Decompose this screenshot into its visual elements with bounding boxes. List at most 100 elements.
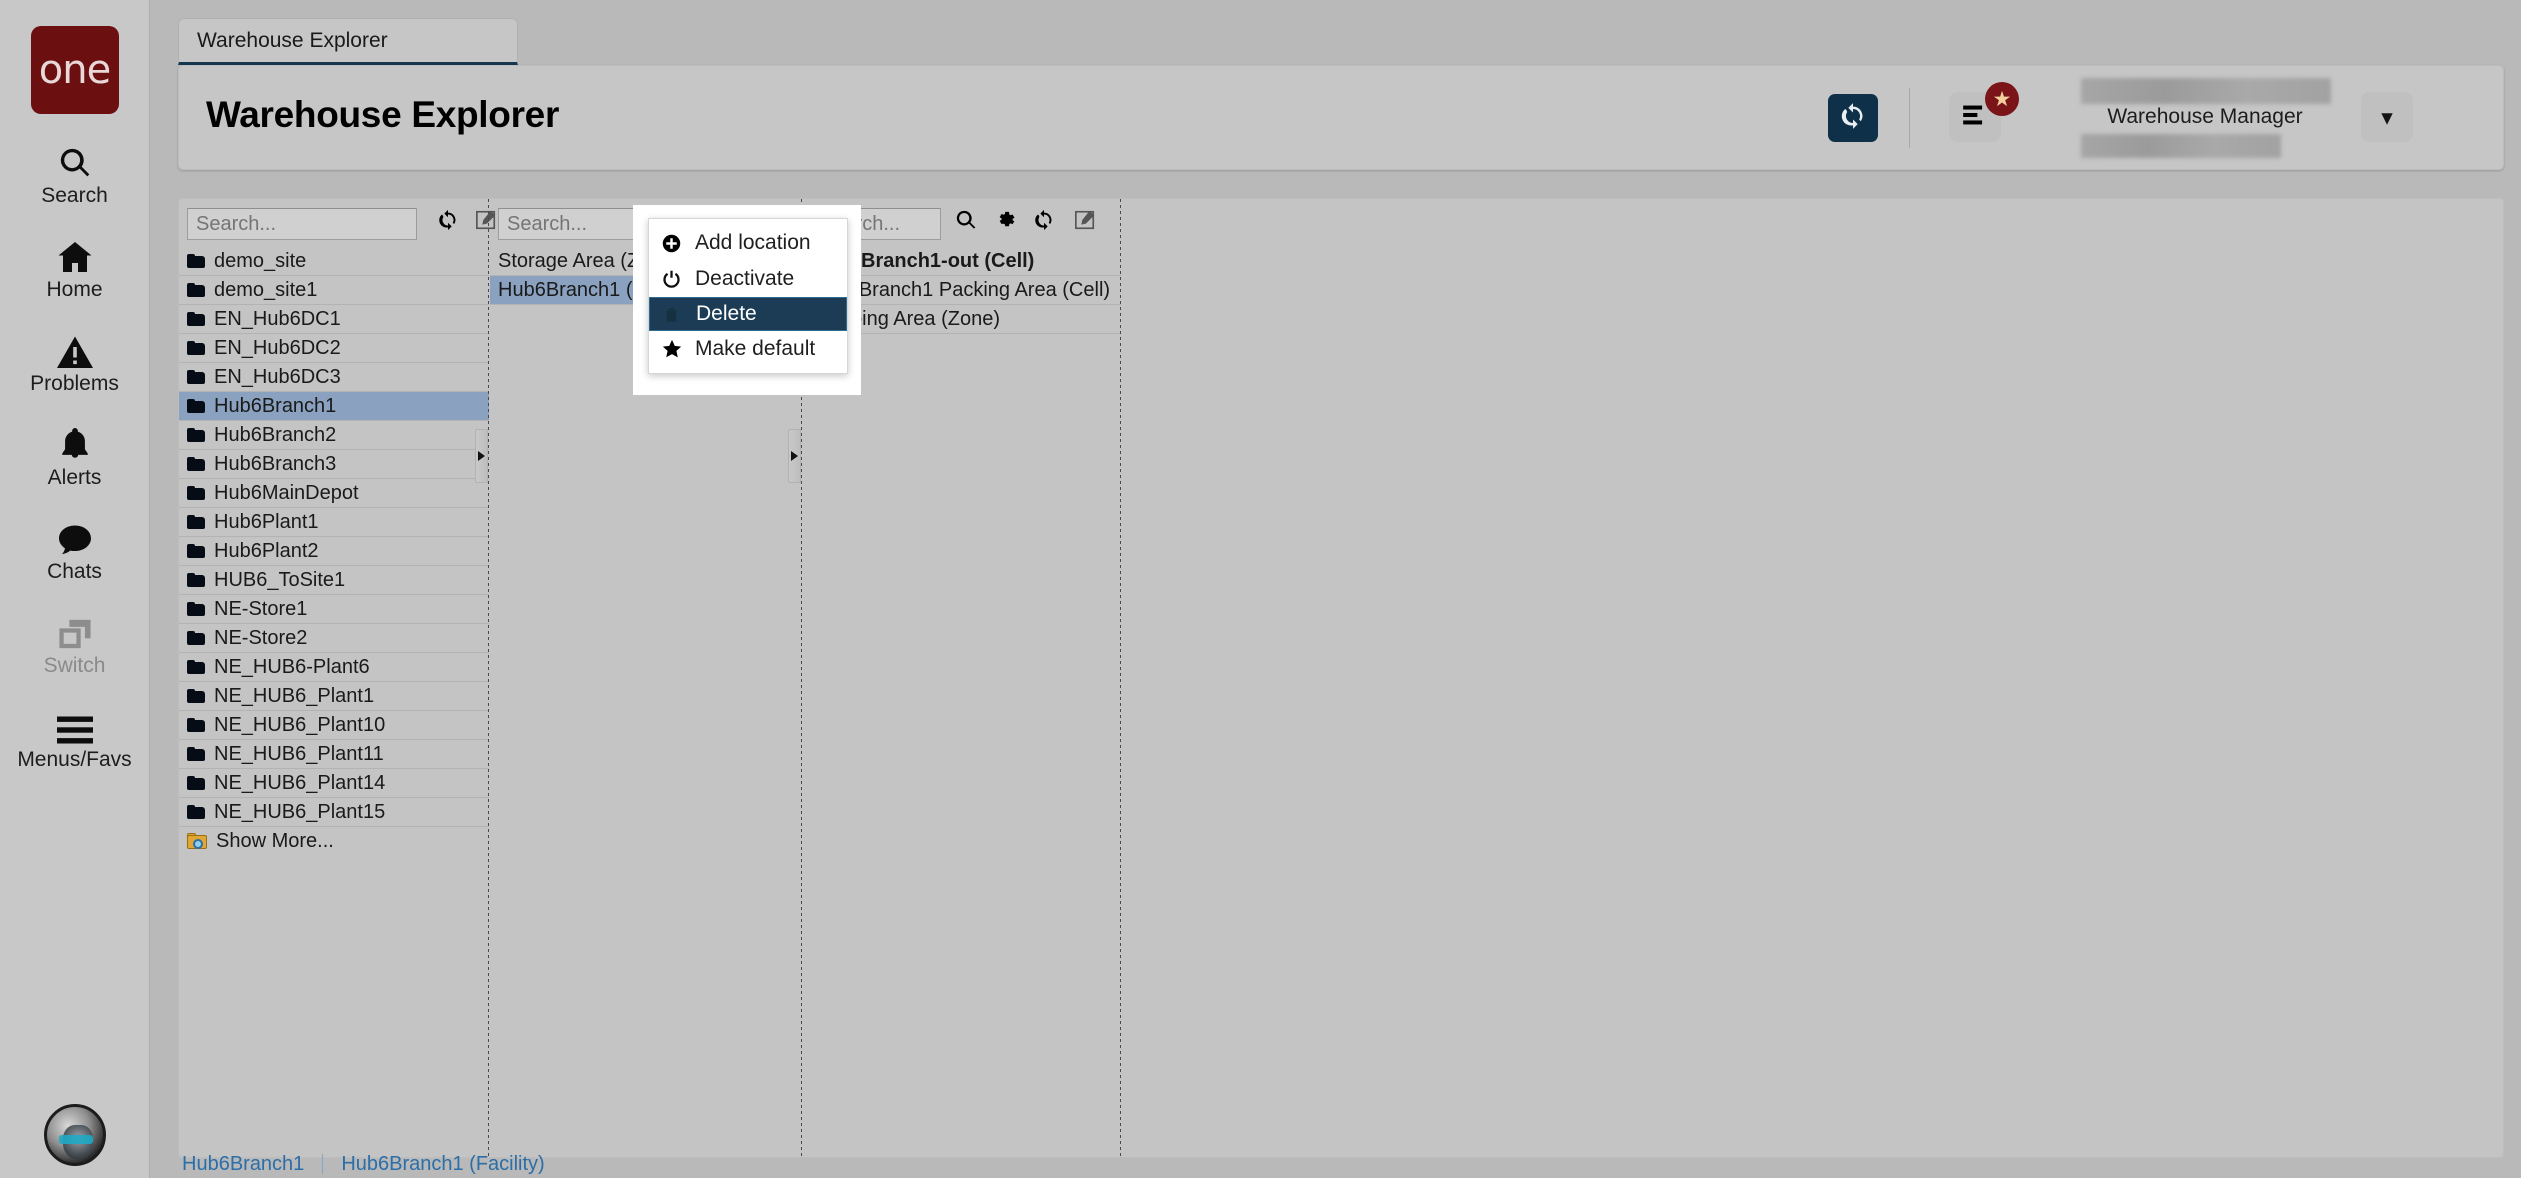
- sidebar-item-home[interactable]: Home: [0, 234, 150, 302]
- context-menu-item-add-location[interactable]: Add location: [649, 225, 847, 261]
- folder-icon: [187, 370, 205, 384]
- table-row[interactable]: NE_HUB6-Plant6: [179, 653, 489, 682]
- row-label: Hub6Plant2: [214, 539, 319, 562]
- sites-row-list[interactable]: demo_site demo_site1 EN_Hub6DC1 EN_Hub6DC2 E…: [179, 247, 489, 1157]
- context-menu-item-label: Make default: [695, 337, 816, 360]
- row-label: demo_site1: [214, 278, 318, 301]
- trash-icon: [662, 305, 692, 324]
- sidebar-item-chats[interactable]: Chats: [0, 516, 150, 584]
- row-label: NE-Store1: [214, 597, 308, 620]
- row-label: Hub6Branch2: [214, 423, 337, 446]
- breadcrumb-item-site[interactable]: Hub6Branch1: [178, 1153, 322, 1176]
- context-menu-item-delete[interactable]: Delete: [649, 297, 847, 331]
- context-menu[interactable]: Add location Deactivate Delete Make defa…: [648, 218, 848, 374]
- detail-panel: [1122, 199, 2503, 1157]
- table-row[interactable]: Hub6Plant2: [179, 537, 489, 566]
- facilities-panel-collapse-handle[interactable]: [788, 429, 801, 483]
- row-label: demo_site: [214, 249, 307, 272]
- breadcrumb: Hub6Branch1 Hub6Branch1 (Facility): [178, 1150, 2504, 1178]
- table-row[interactable]: NE_HUB6_Plant11: [179, 740, 489, 769]
- table-row[interactable]: EN_Hub6DC3: [179, 363, 489, 392]
- tab-label: Warehouse Explorer: [197, 29, 388, 52]
- show-more-label: Show More...: [216, 830, 334, 852]
- table-row[interactable]: EN_Hub6DC2: [179, 334, 489, 363]
- table-row[interactable]: Hub6MainDepot: [179, 479, 489, 508]
- table-row[interactable]: Hub6Branch3: [179, 450, 489, 479]
- table-row[interactable]: NE-Store2: [179, 624, 489, 653]
- sidebar-item-label: Home: [46, 278, 103, 301]
- table-row[interactable]: Hub6Plant1: [179, 508, 489, 537]
- row-label: NE_HUB6_Plant11: [214, 742, 384, 765]
- folder-icon: [187, 747, 205, 761]
- avatar[interactable]: [43, 1104, 106, 1166]
- sidebar-item-search[interactable]: Search: [0, 140, 150, 208]
- folder-icon: [187, 776, 205, 790]
- header-refresh-button[interactable]: [1828, 94, 1878, 142]
- gear-icon[interactable]: [994, 209, 1017, 237]
- star-icon[interactable]: ★: [1985, 82, 2019, 116]
- folder-icon: [187, 283, 205, 297]
- show-more-button[interactable]: Show More...: [179, 827, 489, 856]
- user-menu-chevron-down-icon[interactable]: ▾: [2361, 92, 2413, 142]
- table-row[interactable]: Hub6Branch2: [179, 421, 489, 450]
- user-role-label: Warehouse Manager: [2107, 105, 2303, 128]
- hamburger-icon: [56, 704, 93, 744]
- sidebar-item-label: Chats: [47, 560, 102, 583]
- row-label: EN_Hub6DC1: [214, 307, 341, 330]
- table-row[interactable]: demo_site: [179, 247, 489, 276]
- table-row[interactable]: NE-Store1: [179, 595, 489, 624]
- table-row[interactable]: HUB6_ToSite1: [179, 566, 489, 595]
- app-logo[interactable]: one: [30, 26, 119, 114]
- folder-icon: [187, 486, 205, 500]
- folder-icon: [187, 805, 205, 819]
- sidebar-item-menus-favs[interactable]: Menus/Favs: [0, 704, 150, 772]
- table-row[interactable]: NE_HUB6_Plant1: [179, 682, 489, 711]
- sidebar-item-problems[interactable]: Problems: [0, 328, 150, 396]
- locations-panel-splitter[interactable]: [1120, 199, 1121, 1157]
- table-row[interactable]: Hub6Branch1: [179, 392, 489, 421]
- sidebar-item-label: Alerts: [47, 466, 102, 489]
- context-menu-item-deactivate[interactable]: Deactivate: [649, 261, 847, 297]
- search-icon[interactable]: [955, 209, 977, 236]
- table-row[interactable]: EN_Hub6DC1: [179, 305, 489, 334]
- avatar-visor: [58, 1135, 93, 1144]
- folder-icon: [187, 312, 205, 326]
- context-menu-item-label: Delete: [696, 302, 757, 325]
- sites-panel-collapse-handle[interactable]: [475, 429, 488, 483]
- folder-icon: [187, 515, 205, 529]
- table-row[interactable]: NE_HUB6_Plant14: [179, 769, 489, 798]
- refresh-icon[interactable]: [437, 209, 459, 236]
- row-label: EN_Hub6DC2: [214, 336, 341, 359]
- sites-panel-splitter[interactable]: [488, 199, 489, 1157]
- folder-icon: [187, 602, 205, 616]
- tab-warehouse-explorer[interactable]: Warehouse Explorer: [178, 18, 518, 65]
- row-label: Hub6Plant1: [214, 510, 319, 533]
- context-menu-item-make-default[interactable]: Make default: [649, 331, 847, 367]
- row-label: Hub6MainDepot: [214, 481, 359, 504]
- user-block[interactable]: Warehouse Manager: [2065, 78, 2345, 158]
- page-header: Warehouse Explorer ★ Warehouse Manager ▾: [178, 65, 2504, 170]
- folder-icon: [187, 428, 205, 442]
- folder-icon: [187, 573, 205, 587]
- search-input[interactable]: [498, 208, 638, 240]
- row-label: NE_HUB6-Plant6: [214, 655, 370, 678]
- table-row[interactable]: demo_site1: [179, 276, 489, 305]
- table-row[interactable]: NE_HUB6_Plant10: [179, 711, 489, 740]
- sidebar-item-alerts[interactable]: Alerts: [0, 422, 150, 490]
- plus-circle-icon: [661, 233, 691, 254]
- table-row[interactable]: NE_HUB6_Plant15: [179, 798, 489, 827]
- search-input[interactable]: [187, 208, 417, 240]
- edit-icon[interactable]: [1074, 209, 1096, 236]
- sidebar-item-switch[interactable]: Switch: [0, 610, 150, 678]
- sidebar-item-label: Switch: [43, 654, 106, 677]
- row-label: NE_HUB6_Plant15: [214, 800, 386, 823]
- breadcrumb-item-facility[interactable]: Hub6Branch1 (Facility): [323, 1153, 562, 1176]
- folder-search-icon: [187, 832, 209, 851]
- refresh-icon[interactable]: [1033, 209, 1055, 236]
- star-icon: [661, 338, 691, 360]
- folder-icon: [187, 457, 205, 471]
- sites-panel: demo_site demo_site1 EN_Hub6DC1 EN_Hub6DC2 E…: [179, 199, 496, 1157]
- row-label: EN_Hub6DC3: [214, 365, 341, 388]
- chevron-right-icon: [478, 451, 485, 461]
- power-icon: [661, 269, 691, 290]
